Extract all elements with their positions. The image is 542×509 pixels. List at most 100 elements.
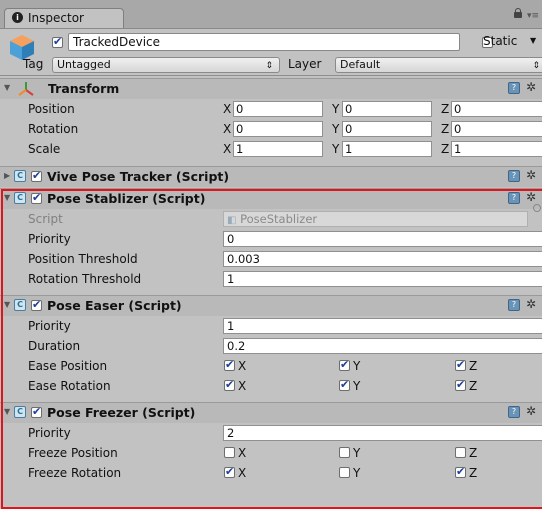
inspector-tab-bar: i Inspector ▾≡ [0,0,542,29]
ease-rotation-row: Ease Rotation X Y Z [0,376,542,396]
vive-pose-tracker-enabled-checkbox[interactable] [31,169,42,182]
rotation-z-field[interactable]: 0 [451,121,542,137]
transform-rotation-row: Rotation X 0 Y 0 Z 0 [0,119,542,139]
updown-arrow-icon: ⇕ [532,61,540,71]
pose-easer-header[interactable]: ▼ C Pose Easer (Script) ? ✲ [0,295,542,316]
gear-icon[interactable]: ✲ [526,168,536,182]
gear-icon[interactable]: ✲ [526,297,536,311]
gear-icon[interactable]: ✲ [526,190,536,204]
transform-header[interactable]: ▼ Transform ? ✲ [0,78,542,99]
gameobject-active-checkbox[interactable] [52,35,63,48]
pose-stablizer-header[interactable]: ▼ C Pose Stablizer (Script) ? ✲ [0,188,542,209]
gear-icon[interactable]: ✲ [526,404,536,418]
axis-y-label[interactable]: Y [332,122,339,136]
scale-x-field[interactable]: 1 [233,141,323,157]
position-threshold-row: Position Threshold 0.003 [0,249,542,269]
freeze-position-y-checkbox[interactable] [339,447,350,458]
scale-z-field[interactable]: 1 [451,141,542,157]
transform-title: Transform [48,81,120,96]
easer-priority-field[interactable]: 1 [223,318,542,334]
freeze-rotation-row: Freeze Rotation X Y Z [0,463,542,483]
rotation-y-field[interactable]: 0 [342,121,432,137]
axis-z-label: Z [469,466,478,480]
axis-y-label[interactable]: Y [332,102,339,116]
scale-label: Scale [28,142,61,156]
pose-easer-title: Pose Easer (Script) [47,298,182,313]
axis-x-label[interactable]: X [223,102,231,116]
position-y-field[interactable]: 0 [342,101,432,117]
axis-y-label[interactable]: Y [332,142,339,156]
rotation-threshold-field[interactable]: 1 [223,271,542,287]
vive-pose-tracker-header[interactable]: ▶ C Vive Pose Tracker (Script) ? ✲ [0,166,542,187]
position-threshold-field[interactable]: 0.003 [223,251,542,267]
pose-stablizer-enabled-checkbox[interactable] [31,191,42,204]
freeze-rotation-x-checkbox[interactable] [224,465,235,478]
static-label: Static [483,34,518,48]
help-book-icon[interactable]: ? [508,406,520,418]
help-book-icon[interactable]: ? [508,82,520,94]
freeze-position-x-checkbox[interactable] [224,447,235,458]
scale-y-field[interactable]: 1 [342,141,432,157]
help-book-icon[interactable]: ? [508,170,520,182]
tag-label: Tag [23,57,44,71]
gameobject-name-field[interactable]: TrackedDevice [68,33,460,51]
stablizer-priority-row: Priority 0 [0,229,542,249]
script-icon: C [14,299,26,311]
axis-x-label: X [238,379,247,393]
position-z-field[interactable]: 0 [451,101,542,117]
gear-icon[interactable]: ✲ [526,80,536,94]
stablizer-priority-field[interactable]: 0 [223,231,542,247]
ease-position-z-checkbox[interactable] [455,358,466,371]
ease-rotation-x-checkbox[interactable] [224,378,235,391]
lock-icon[interactable] [514,8,522,18]
script-file-icon: ◧ [227,215,237,226]
static-dropdown-arrow-icon[interactable]: ▼ [530,36,536,45]
freeze-rotation-y-checkbox[interactable] [339,467,350,478]
object-picker-icon[interactable] [533,204,541,212]
duration-field[interactable]: 0.2 [223,338,542,354]
script-icon: C [14,406,26,418]
tag-dropdown-value: Untagged [57,58,111,71]
help-book-icon[interactable]: ? [508,299,520,311]
freeze-position-row: Freeze Position X Y Z [0,443,542,463]
tag-dropdown[interactable]: Untagged ⇕ [52,57,280,73]
ease-rotation-z-checkbox[interactable] [455,378,466,391]
axis-x-label[interactable]: X [223,142,231,156]
menu-icon[interactable]: ▾≡ [527,11,539,21]
axis-y-label: Y [353,379,361,393]
axis-x-label: X [238,446,247,460]
pose-stablizer-title: Pose Stablizer (Script) [47,191,206,206]
pose-freezer-enabled-checkbox[interactable] [31,405,42,418]
axis-y-label: Y [353,466,361,480]
priority-label: Priority [28,232,71,246]
script-icon: C [14,170,26,182]
inspector-tab[interactable]: i Inspector [4,8,124,28]
fold-closed-icon[interactable]: ▶ [4,171,10,180]
ease-rotation-label: Ease Rotation [28,379,111,393]
fold-open-icon[interactable]: ▼ [4,407,10,416]
ease-position-x-checkbox[interactable] [224,358,235,371]
layer-dropdown[interactable]: Default ⇕ [335,57,542,73]
position-x-field[interactable]: 0 [233,101,323,117]
freezer-priority-field[interactable]: 2 [223,425,542,441]
freeze-position-z-checkbox[interactable] [455,447,466,458]
pose-freezer-header[interactable]: ▼ C Pose Freezer (Script) ? ✲ [0,402,542,423]
axis-x-label: X [238,466,247,480]
help-book-icon[interactable]: ? [508,192,520,204]
axis-z-label[interactable]: Z [441,122,449,136]
freeze-rotation-z-checkbox[interactable] [455,465,466,478]
ease-position-label: Ease Position [28,359,108,373]
ease-rotation-y-checkbox[interactable] [339,378,350,391]
axis-x-label[interactable]: X [223,122,231,136]
fold-open-icon[interactable]: ▼ [4,300,10,309]
gameobject-header: TrackedDevice Static ▼ Tag Untagged ⇕ La… [0,29,542,76]
axis-z-label[interactable]: Z [441,102,449,116]
fold-open-icon[interactable]: ▼ [4,83,10,92]
pose-freezer-title: Pose Freezer (Script) [47,405,196,420]
pose-easer-enabled-checkbox[interactable] [31,298,42,311]
ease-position-row: Ease Position X Y Z [0,356,542,376]
axis-z-label[interactable]: Z [441,142,449,156]
fold-open-icon[interactable]: ▼ [4,193,10,202]
rotation-x-field[interactable]: 0 [233,121,323,137]
ease-position-y-checkbox[interactable] [339,358,350,371]
